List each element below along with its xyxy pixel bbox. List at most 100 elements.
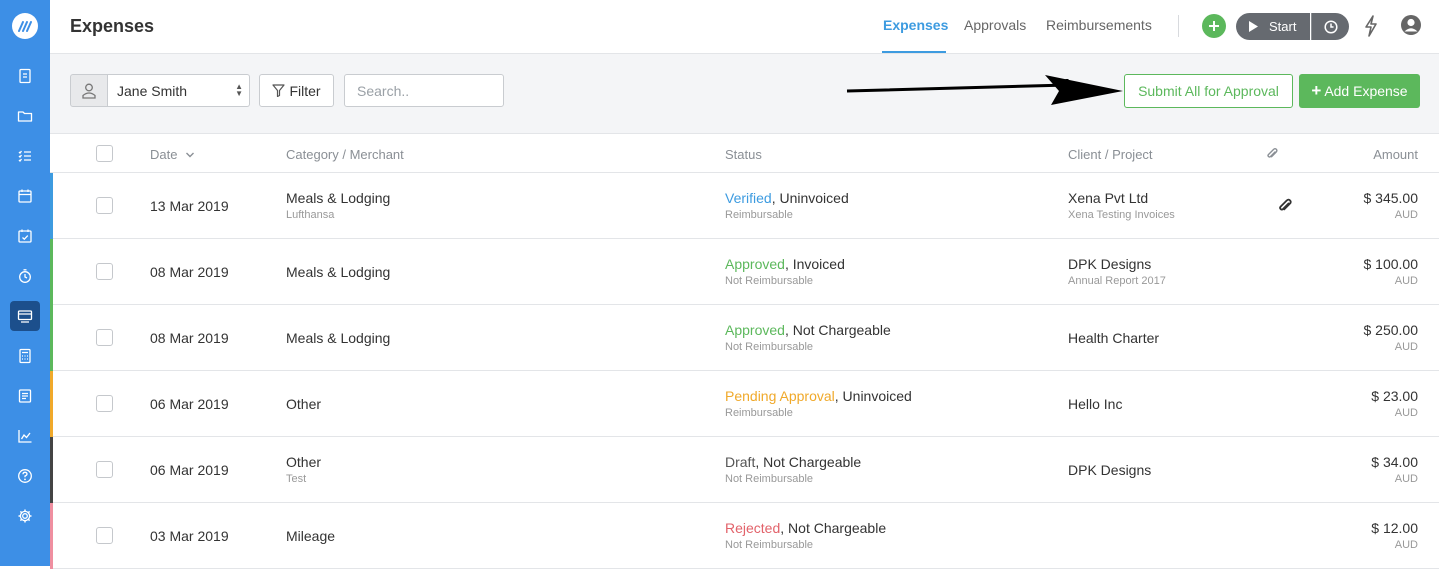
sidebar-item-box <box>10 381 40 411</box>
timesheet-button[interactable] <box>1311 13 1349 40</box>
help-icon <box>18 469 32 483</box>
expense-date: 13 Mar 2019 <box>150 198 229 214</box>
expense-status: Approved, Not Chargeable <box>725 322 891 338</box>
sidebar-item-box <box>10 181 40 211</box>
sidebar-item-reports-chart[interactable] <box>0 416 50 456</box>
tab-approvals[interactable]: Approvals <box>964 17 1026 33</box>
filter-button[interactable]: Filter <box>259 74 334 107</box>
select-all-checkbox[interactable] <box>96 145 113 162</box>
row-checkbox[interactable] <box>96 527 113 544</box>
sidebar-item-box <box>10 221 40 251</box>
sidebar-item-box <box>10 501 40 531</box>
submit-all-for-approval-button[interactable]: Submit All for Approval <box>1124 74 1293 108</box>
person-icon <box>82 83 96 99</box>
user-account-icon[interactable] <box>1400 14 1422 36</box>
date-header-label: Date <box>150 147 178 162</box>
status-detail: , Uninvoiced <box>771 190 849 206</box>
status-label: Pending Approval <box>725 388 835 404</box>
table-row[interactable]: 06 Mar 2019 Other Pending Approval, Uninvo… <box>50 371 1439 437</box>
calculator-icon <box>19 348 31 364</box>
expense-currency: AUD <box>1394 209 1418 221</box>
status-detail: , Not Chargeable <box>780 520 887 536</box>
sidebar-item-calendar[interactable] <box>0 176 50 216</box>
sidebar-item-expenses[interactable] <box>0 296 50 336</box>
sidebar-item-settings-gear[interactable] <box>0 496 50 536</box>
tab-reimbursements[interactable]: Reimbursements <box>1046 17 1152 33</box>
status-stripe <box>50 305 53 371</box>
status-stripe <box>50 371 53 437</box>
row-checkbox[interactable] <box>96 395 113 412</box>
timer-controls: Start <box>1236 13 1349 40</box>
sort-chevron-down-icon <box>186 152 195 158</box>
sidebar-item-box <box>10 61 40 91</box>
sidebar-item-invoice[interactable] <box>0 56 50 96</box>
row-checkbox[interactable] <box>96 329 113 346</box>
app-logo[interactable] <box>12 13 38 39</box>
status-detail: , Not Chargeable <box>784 322 891 338</box>
start-timer-button[interactable]: Start <box>1236 13 1310 40</box>
expense-category: Meals & Lodging <box>286 264 391 280</box>
status-label: Approved <box>725 322 785 338</box>
user-filter: Jane Smith ▲ ▼ <box>70 74 250 107</box>
expense-status: Draft, Not Chargeable <box>725 454 861 470</box>
sidebar-item-folder[interactable] <box>0 96 50 136</box>
sidebar-item-timer[interactable] <box>0 256 50 296</box>
expense-status: Verified, Uninvoiced <box>725 190 849 206</box>
reimbursable-status: Not Reimbursable <box>725 539 814 551</box>
table-row[interactable]: 06 Mar 2019 Other Test Draft, Not Chargeabl… <box>50 437 1439 503</box>
expense-status: Pending Approval, Uninvoiced <box>725 388 912 404</box>
pointer-arrow-annotation <box>846 75 1123 105</box>
user-select[interactable]: Jane Smith ▲ ▼ <box>108 74 250 107</box>
status-detail: , Uninvoiced <box>834 388 912 404</box>
user-select-value: Jane Smith <box>117 82 188 99</box>
status-label: Verified <box>725 190 772 206</box>
table-row[interactable]: 08 Mar 2019 Meals & Lodging Approved, Not … <box>50 305 1439 371</box>
document-icon <box>18 389 32 403</box>
status-stripe <box>50 173 53 239</box>
sidebar-item-calculator[interactable] <box>0 336 50 376</box>
reimbursable-status: Not Reimbursable <box>725 473 814 485</box>
table-row[interactable]: 08 Mar 2019 Meals & Lodging Approved, Invo… <box>50 239 1439 305</box>
attachment-icon[interactable] <box>1278 198 1292 214</box>
status-label: Rejected <box>725 520 781 536</box>
expense-category: Other <box>286 454 322 470</box>
row-checkbox[interactable] <box>96 461 113 478</box>
status-column-header: Status <box>725 147 762 162</box>
sidebar-item-box <box>10 421 40 451</box>
table-row[interactable]: 13 Mar 2019 Meals & Lodging Lufthansa Verif… <box>50 173 1439 239</box>
sidebar-item-box <box>10 301 40 331</box>
status-stripe <box>50 437 53 503</box>
sidebar-item-help[interactable] <box>0 456 50 496</box>
reimbursable-status: Not Reimbursable <box>725 341 814 353</box>
client-column-header: Client / Project <box>1068 147 1153 162</box>
reimbursable-status: Not Reimbursable <box>725 275 814 287</box>
reimbursable-status: Reimbursable <box>725 407 793 419</box>
expense-amount: $ 12.00 <box>1371 520 1418 536</box>
search-input[interactable] <box>344 74 504 107</box>
plus-icon <box>1209 21 1219 31</box>
client-name: Health Charter <box>1068 330 1160 346</box>
expense-date: 08 Mar 2019 <box>150 330 229 346</box>
expense-currency: AUD <box>1394 341 1418 353</box>
expenses-table: Date Category / Merchant Status Client /… <box>50 134 1439 569</box>
table-row[interactable]: 03 Mar 2019 Mileage Rejected, Not Chargeab… <box>50 503 1439 569</box>
task-list-icon <box>18 150 31 162</box>
sidebar-item-document[interactable] <box>0 376 50 416</box>
date-column-header[interactable]: Date <box>150 147 195 162</box>
tab-expenses[interactable]: Expenses <box>883 17 948 33</box>
add-expense-button[interactable]: + Add Expense <box>1299 74 1420 108</box>
expense-merchant: Test <box>286 473 307 485</box>
active-tab-indicator <box>882 51 946 53</box>
table-header: Date Category / Merchant Status Client /… <box>50 134 1439 173</box>
sidebar-item-calendar-check[interactable] <box>0 216 50 256</box>
funnel-icon <box>272 84 286 97</box>
quick-add-button[interactable] <box>1202 14 1226 38</box>
row-checkbox[interactable] <box>96 197 113 214</box>
sidebar-item-task-list[interactable] <box>0 136 50 176</box>
lightning-bolt-icon[interactable] <box>1364 15 1378 37</box>
timer-icon <box>19 269 31 283</box>
sidebar-item-box <box>10 101 40 131</box>
row-checkbox[interactable] <box>96 263 113 280</box>
user-addon <box>70 74 108 107</box>
category-column-header: Category / Merchant <box>286 147 404 162</box>
